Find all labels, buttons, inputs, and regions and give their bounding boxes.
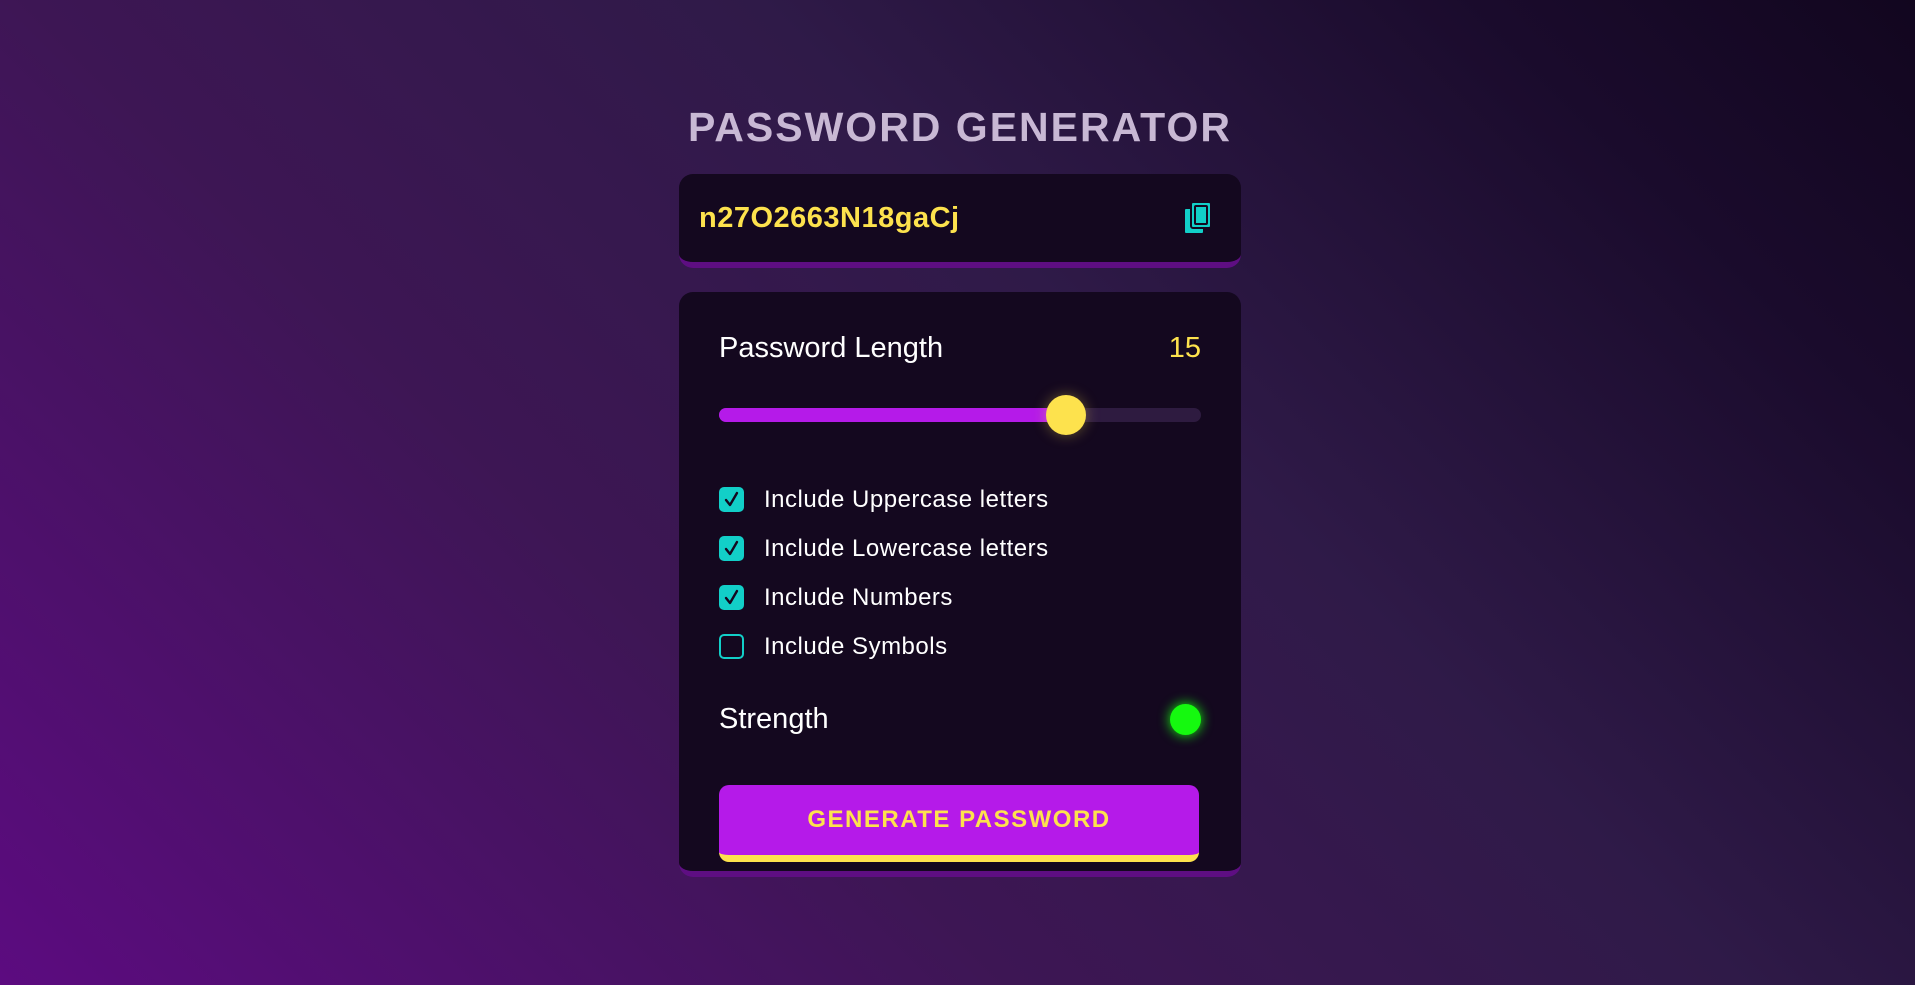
settings-panel: Password Length 15 Include Uppercase let…	[679, 292, 1241, 877]
generate-password-button[interactable]: GENERATE PASSWORD	[719, 785, 1199, 862]
option-label: Include Uppercase letters	[764, 485, 1049, 513]
option-label: Include Lowercase letters	[764, 534, 1049, 562]
numbers-checkbox[interactable]	[719, 585, 744, 610]
strength-row: Strength	[719, 697, 1201, 741]
length-slider[interactable]	[719, 394, 1201, 435]
option-uppercase[interactable]: Include Uppercase letters	[719, 475, 1201, 524]
option-label: Include Symbols	[764, 632, 948, 660]
checkmark-icon	[724, 540, 739, 556]
page-title: PASSWORD GENERATOR	[688, 104, 1232, 150]
option-label: Include Numbers	[764, 583, 953, 611]
generated-password: n27O2663N18gaCj	[699, 201, 960, 234]
password-display: n27O2663N18gaCj	[679, 174, 1241, 268]
strength-indicator	[1170, 703, 1201, 735]
symbols-checkbox[interactable]	[719, 634, 744, 659]
option-numbers[interactable]: Include Numbers	[719, 573, 1201, 622]
lowercase-checkbox[interactable]	[719, 536, 744, 561]
slider-fill	[719, 408, 1066, 422]
options-list: Include Uppercase letters Include Lowerc…	[719, 475, 1201, 671]
strength-label: Strength	[719, 702, 829, 735]
length-value: 15	[1168, 331, 1201, 364]
checkmark-icon	[724, 589, 739, 605]
length-label: Password Length	[719, 331, 944, 364]
length-row: Password Length 15	[719, 330, 1201, 366]
checkmark-icon	[724, 491, 739, 507]
slider-thumb[interactable]	[1046, 395, 1086, 435]
copy-button[interactable]	[1183, 201, 1213, 235]
copy-icon	[1183, 201, 1212, 235]
password-generator-app: PASSWORD GENERATOR n27O2663N18gaCj Passw…	[679, 104, 1241, 877]
option-symbols[interactable]: Include Symbols	[719, 622, 1201, 671]
uppercase-checkbox[interactable]	[719, 487, 744, 512]
option-lowercase[interactable]: Include Lowercase letters	[719, 524, 1201, 573]
